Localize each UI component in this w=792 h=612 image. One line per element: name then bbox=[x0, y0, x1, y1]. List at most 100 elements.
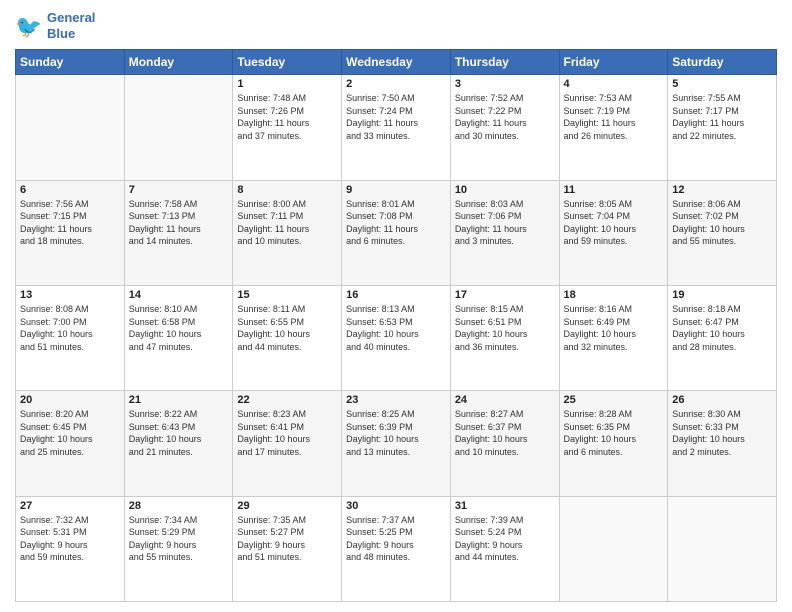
calendar-cell: 30Sunrise: 7:37 AM Sunset: 5:25 PM Dayli… bbox=[342, 496, 451, 601]
calendar-cell: 31 Sunrise: 7:39 AM Sunset: 5:24 PM Dayli… bbox=[450, 496, 559, 601]
calendar-header-row: SundayMondayTuesdayWednesdayThursdayFrid… bbox=[16, 50, 777, 75]
cell-daylight-text: Sunrise: 7:56 AM Sunset: 7:15 PM Dayligh… bbox=[20, 198, 120, 248]
day-number: 6 bbox=[20, 184, 120, 196]
day-number: 17 bbox=[455, 289, 555, 301]
day-number: 1 bbox=[237, 78, 337, 90]
day-number: 21 bbox=[129, 394, 229, 406]
cell-daylight-text: Sunrise: 7:34 AM Sunset: 5:29 PM Dayligh… bbox=[129, 514, 229, 564]
calendar-weekday-header: Sunday bbox=[16, 50, 125, 75]
day-number: 18 bbox=[564, 289, 664, 301]
calendar-cell: 7Sunrise: 7:58 AM Sunset: 7:13 PM Daylig… bbox=[124, 180, 233, 285]
calendar-week-row: 27 Sunrise: 7:32 AM Sunset: 5:31 PM Dayli… bbox=[16, 496, 777, 601]
day-number: 10 bbox=[455, 184, 555, 196]
day-number: 27 bbox=[20, 500, 120, 512]
calendar-cell: 4 Sunrise: 7:53 AM Sunset: 7:19 PM Daylig… bbox=[559, 75, 668, 180]
day-number: 25 bbox=[564, 394, 664, 406]
calendar-cell bbox=[16, 75, 125, 180]
calendar-cell: 13 Sunrise: 8:08 AM Sunset: 7:00 PM Dayli… bbox=[16, 285, 125, 390]
day-number: 22 bbox=[237, 394, 337, 406]
day-number: 23 bbox=[346, 394, 446, 406]
day-number: 15 bbox=[237, 289, 337, 301]
cell-daylight-text: Sunrise: 8:13 AM Sunset: 6:53 PM Dayligh… bbox=[346, 303, 446, 353]
calendar-table: SundayMondayTuesdayWednesdayThursdayFrid… bbox=[15, 49, 777, 602]
calendar-cell: 28 Sunrise: 7:34 AM Sunset: 5:29 PM Dayli… bbox=[124, 496, 233, 601]
logo: 🐦 General Blue bbox=[15, 10, 95, 41]
day-number: 8 bbox=[237, 184, 337, 196]
logo-bird-icon: 🐦 bbox=[15, 12, 43, 40]
calendar-cell: 25 Sunrise: 8:28 AM Sunset: 6:35 PM Dayli… bbox=[559, 391, 668, 496]
calendar-cell: 14 Sunrise: 8:10 AM Sunset: 6:58 PM Dayli… bbox=[124, 285, 233, 390]
calendar-cell bbox=[124, 75, 233, 180]
day-number: 26 bbox=[672, 394, 772, 406]
header: 🐦 General Blue bbox=[15, 10, 777, 41]
day-number: 9 bbox=[346, 184, 446, 196]
day-number: 20 bbox=[20, 394, 120, 406]
calendar-cell: 8 Sunrise: 8:00 AM Sunset: 7:11 PM Daylig… bbox=[233, 180, 342, 285]
calendar-weekday-header: Saturday bbox=[668, 50, 777, 75]
day-number: 5 bbox=[672, 78, 772, 90]
day-number: 4 bbox=[564, 78, 664, 90]
calendar-cell: 1 Sunrise: 7:48 AM Sunset: 7:26 PM Daylig… bbox=[233, 75, 342, 180]
calendar-weekday-header: Tuesday bbox=[233, 50, 342, 75]
cell-daylight-text: Sunrise: 7:48 AM Sunset: 7:26 PM Dayligh… bbox=[237, 92, 337, 142]
day-number: 14 bbox=[129, 289, 229, 301]
calendar-cell bbox=[559, 496, 668, 601]
day-number: 11 bbox=[564, 184, 664, 196]
cell-daylight-text: Sunrise: 8:05 AM Sunset: 7:04 PM Dayligh… bbox=[564, 198, 664, 248]
day-number: 28 bbox=[129, 500, 229, 512]
calendar-week-row: 6 Sunrise: 7:56 AM Sunset: 7:15 PM Daylig… bbox=[16, 180, 777, 285]
calendar-cell bbox=[668, 496, 777, 601]
cell-daylight-text: Sunrise: 7:32 AM Sunset: 5:31 PM Dayligh… bbox=[20, 514, 120, 564]
cell-daylight-text: Sunrise: 8:22 AM Sunset: 6:43 PM Dayligh… bbox=[129, 408, 229, 458]
cell-daylight-text: Sunrise: 7:53 AM Sunset: 7:19 PM Dayligh… bbox=[564, 92, 664, 142]
calendar-week-row: 13 Sunrise: 8:08 AM Sunset: 7:00 PM Dayli… bbox=[16, 285, 777, 390]
calendar-week-row: 20Sunrise: 8:20 AM Sunset: 6:45 PM Dayli… bbox=[16, 391, 777, 496]
calendar-cell: 11 Sunrise: 8:05 AM Sunset: 7:04 PM Dayli… bbox=[559, 180, 668, 285]
calendar-cell: 21 Sunrise: 8:22 AM Sunset: 6:43 PM Dayli… bbox=[124, 391, 233, 496]
day-number: 30 bbox=[346, 500, 446, 512]
cell-daylight-text: Sunrise: 8:08 AM Sunset: 7:00 PM Dayligh… bbox=[20, 303, 120, 353]
day-number: 19 bbox=[672, 289, 772, 301]
logo-text: General Blue bbox=[47, 10, 95, 41]
calendar-cell: 10 Sunrise: 8:03 AM Sunset: 7:06 PM Dayli… bbox=[450, 180, 559, 285]
svg-text:🐦: 🐦 bbox=[15, 13, 42, 38]
cell-daylight-text: Sunrise: 8:27 AM Sunset: 6:37 PM Dayligh… bbox=[455, 408, 555, 458]
calendar-weekday-header: Wednesday bbox=[342, 50, 451, 75]
calendar-cell: 12 Sunrise: 8:06 AM Sunset: 7:02 PM Dayli… bbox=[668, 180, 777, 285]
cell-daylight-text: Sunrise: 8:11 AM Sunset: 6:55 PM Dayligh… bbox=[237, 303, 337, 353]
calendar-cell: 6 Sunrise: 7:56 AM Sunset: 7:15 PM Daylig… bbox=[16, 180, 125, 285]
calendar-cell: 17 Sunrise: 8:15 AM Sunset: 6:51 PM Dayli… bbox=[450, 285, 559, 390]
calendar-week-row: 1 Sunrise: 7:48 AM Sunset: 7:26 PM Daylig… bbox=[16, 75, 777, 180]
cell-daylight-text: Sunrise: 8:10 AM Sunset: 6:58 PM Dayligh… bbox=[129, 303, 229, 353]
cell-daylight-text: Sunrise: 8:15 AM Sunset: 6:51 PM Dayligh… bbox=[455, 303, 555, 353]
cell-daylight-text: Sunrise: 7:35 AM Sunset: 5:27 PM Dayligh… bbox=[237, 514, 337, 564]
calendar-cell: 26Sunrise: 8:30 AM Sunset: 6:33 PM Dayli… bbox=[668, 391, 777, 496]
cell-daylight-text: Sunrise: 8:25 AM Sunset: 6:39 PM Dayligh… bbox=[346, 408, 446, 458]
calendar-cell: 23 Sunrise: 8:25 AM Sunset: 6:39 PM Dayli… bbox=[342, 391, 451, 496]
calendar-cell: 15 Sunrise: 8:11 AM Sunset: 6:55 PM Dayli… bbox=[233, 285, 342, 390]
cell-daylight-text: Sunrise: 7:58 AM Sunset: 7:13 PM Dayligh… bbox=[129, 198, 229, 248]
cell-daylight-text: Sunrise: 8:16 AM Sunset: 6:49 PM Dayligh… bbox=[564, 303, 664, 353]
calendar-cell: 3Sunrise: 7:52 AM Sunset: 7:22 PM Daylig… bbox=[450, 75, 559, 180]
calendar-weekday-header: Friday bbox=[559, 50, 668, 75]
day-number: 12 bbox=[672, 184, 772, 196]
calendar-cell: 9 Sunrise: 8:01 AM Sunset: 7:08 PM Daylig… bbox=[342, 180, 451, 285]
cell-daylight-text: Sunrise: 7:50 AM Sunset: 7:24 PM Dayligh… bbox=[346, 92, 446, 142]
day-number: 31 bbox=[455, 500, 555, 512]
cell-daylight-text: Sunrise: 8:06 AM Sunset: 7:02 PM Dayligh… bbox=[672, 198, 772, 248]
day-number: 24 bbox=[455, 394, 555, 406]
calendar-cell: 19Sunrise: 8:18 AM Sunset: 6:47 PM Dayli… bbox=[668, 285, 777, 390]
calendar-cell: 27 Sunrise: 7:32 AM Sunset: 5:31 PM Dayli… bbox=[16, 496, 125, 601]
cell-daylight-text: Sunrise: 7:39 AM Sunset: 5:24 PM Dayligh… bbox=[455, 514, 555, 564]
cell-daylight-text: Sunrise: 8:01 AM Sunset: 7:08 PM Dayligh… bbox=[346, 198, 446, 248]
day-number: 13 bbox=[20, 289, 120, 301]
cell-daylight-text: Sunrise: 7:52 AM Sunset: 7:22 PM Dayligh… bbox=[455, 92, 555, 142]
calendar-cell: 5Sunrise: 7:55 AM Sunset: 7:17 PM Daylig… bbox=[668, 75, 777, 180]
calendar-cell: 2Sunrise: 7:50 AM Sunset: 7:24 PM Daylig… bbox=[342, 75, 451, 180]
cell-daylight-text: Sunrise: 8:00 AM Sunset: 7:11 PM Dayligh… bbox=[237, 198, 337, 248]
cell-daylight-text: Sunrise: 8:23 AM Sunset: 6:41 PM Dayligh… bbox=[237, 408, 337, 458]
calendar-cell: 16Sunrise: 8:13 AM Sunset: 6:53 PM Dayli… bbox=[342, 285, 451, 390]
calendar-weekday-header: Thursday bbox=[450, 50, 559, 75]
cell-daylight-text: Sunrise: 8:28 AM Sunset: 6:35 PM Dayligh… bbox=[564, 408, 664, 458]
cell-daylight-text: Sunrise: 8:03 AM Sunset: 7:06 PM Dayligh… bbox=[455, 198, 555, 248]
